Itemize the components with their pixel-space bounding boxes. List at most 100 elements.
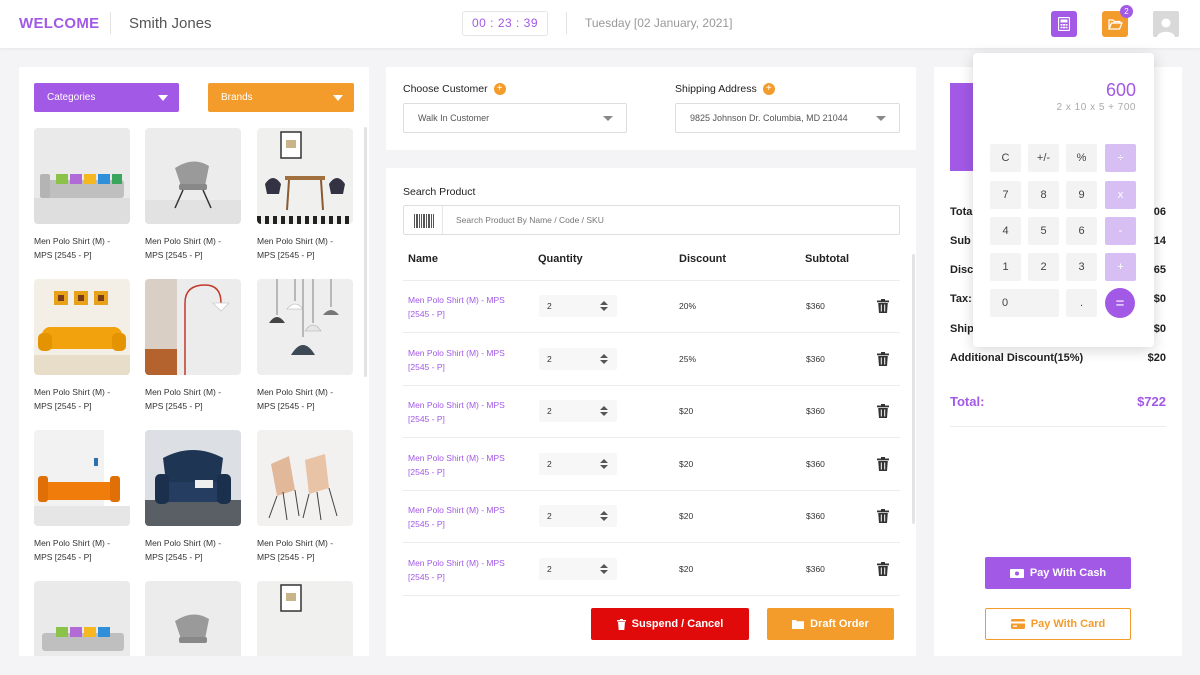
cart-item-name[interactable]: Men Polo Shirt (M) - MPS [2545 - P]: [408, 503, 508, 531]
product-name: Men Polo Shirt (M) - MPS [2545 - P]: [145, 236, 222, 260]
open-orders-button[interactable]: 2: [1102, 5, 1133, 37]
calc-key[interactable]: %: [1066, 144, 1097, 172]
chevron-down-icon[interactable]: [600, 569, 608, 574]
suspend-cancel-button[interactable]: Suspend / Cancel: [591, 608, 749, 640]
item-subtotal: $360: [806, 511, 825, 521]
customer-select[interactable]: Walk In Customer: [403, 103, 627, 133]
calculator-button[interactable]: [1051, 11, 1077, 37]
product-name: Men Polo Shirt (M) - MPS [2545 - P]: [257, 538, 334, 562]
cart-item-name[interactable]: Men Polo Shirt (M) - MPS [2545 - P]: [408, 346, 508, 374]
product-card[interactable]: Men Polo Shirt (M) - MPS [2545 - P]: [145, 128, 241, 262]
product-card[interactable]: Men Polo Shirt (M) - MPS [2545 - P]: [257, 430, 353, 564]
categories-dropdown[interactable]: Categories: [34, 83, 179, 112]
product-card[interactable]: Men Polo Shirt (M) - MPS [2545 - P]: [257, 279, 353, 413]
calculator-result: 600: [1105, 80, 1136, 100]
chevron-down-icon[interactable]: [600, 517, 608, 521]
pay-with-card-button[interactable]: Pay With Card: [985, 608, 1131, 640]
product-name: Men Polo Shirt (M) - MPS [2545 - P]: [34, 387, 111, 411]
quantity-value: 2: [547, 406, 552, 416]
trash-icon[interactable]: [877, 351, 889, 366]
cart-item-name[interactable]: Men Polo Shirt (M) - MPS [2545 - P]: [408, 293, 508, 321]
product-card[interactable]: Men Polo Shirt (M) - MPS [2545 - P]: [145, 279, 241, 413]
suspend-cancel-label: Suspend / Cancel: [631, 618, 724, 630]
calc-key[interactable]: 6: [1066, 217, 1097, 245]
calc-key[interactable]: 8: [1028, 181, 1059, 209]
catalog-scrollbar[interactable]: [364, 127, 367, 377]
calc-key[interactable]: 7: [990, 181, 1021, 209]
cart-item-name[interactable]: Men Polo Shirt (M) - MPS [2545 - P]: [408, 398, 508, 426]
search-product-input[interactable]: [456, 212, 876, 228]
chevron-down-icon[interactable]: [600, 359, 608, 364]
shipping-address-select[interactable]: 9825 Johnson Dr. Columbia, MD 21044: [675, 103, 900, 133]
product-card[interactable]: [34, 581, 130, 656]
product-card[interactable]: Men Polo Shirt (M) - MPS [2545 - P]: [34, 279, 130, 413]
chevron-up-icon[interactable]: [600, 563, 608, 568]
calc-key[interactable]: 3: [1066, 253, 1097, 281]
calc-key[interactable]: -: [1105, 217, 1136, 245]
quantity-stepper[interactable]: 2: [539, 452, 617, 475]
calc-key[interactable]: 4: [990, 217, 1021, 245]
trash-icon[interactable]: [877, 509, 889, 523]
quantity-stepper[interactable]: 2: [539, 505, 617, 527]
item-discount: $20: [679, 563, 694, 574]
summary-value: 06: [1153, 206, 1166, 218]
cart-item-name[interactable]: Men Polo Shirt (M) - MPS [2545 - P]: [408, 451, 508, 479]
dining-set-image: [257, 128, 353, 224]
orange-sofa-image: [34, 430, 130, 526]
summary-label: Ship: [950, 323, 974, 335]
add-customer-icon[interactable]: +: [493, 83, 506, 96]
chevron-up-icon[interactable]: [600, 353, 608, 358]
quantity-value: 2: [547, 301, 552, 311]
total-label: Total:: [950, 394, 985, 409]
calc-key[interactable]: +/-: [1028, 144, 1059, 172]
calc-key[interactable]: +: [1105, 253, 1136, 281]
chevron-down-icon[interactable]: [600, 412, 608, 416]
quantity-stepper[interactable]: 2: [539, 295, 617, 317]
calc-equals-button[interactable]: =: [1105, 288, 1135, 318]
brands-dropdown[interactable]: Brands: [208, 83, 354, 112]
table-row: Men Polo Shirt (M) - MPS [2545 - P] 2 $20 $…: [403, 439, 900, 491]
total-divider: [950, 426, 1166, 427]
quantity-stepper[interactable]: 2: [539, 347, 617, 370]
calc-key[interactable]: x: [1105, 181, 1136, 209]
chevron-down-icon: [333, 95, 343, 101]
barcode-icon[interactable]: [414, 214, 434, 228]
trash-icon[interactable]: [877, 404, 889, 418]
chevron-up-icon[interactable]: [600, 511, 608, 515]
calc-key[interactable]: 0: [990, 289, 1059, 317]
trash-icon[interactable]: [877, 561, 889, 576]
calc-key[interactable]: 9: [1066, 181, 1097, 209]
chevron-down-icon[interactable]: [600, 307, 608, 311]
calc-key[interactable]: 2: [1028, 253, 1059, 281]
calculator-icon: [1058, 17, 1070, 31]
column-header-name: Name: [408, 253, 438, 265]
calc-clear-button[interactable]: C: [990, 144, 1021, 172]
chevron-down-icon[interactable]: [600, 464, 608, 469]
product-card[interactable]: [257, 581, 353, 656]
product-card[interactable]: Men Polo Shirt (M) - MPS [2545 - P]: [34, 430, 130, 564]
item-discount: $20: [679, 511, 694, 521]
quantity-stepper[interactable]: 2: [539, 400, 617, 422]
user-avatar[interactable]: [1153, 11, 1179, 37]
quantity-stepper[interactable]: 2: [539, 557, 617, 580]
pay-with-cash-button[interactable]: Pay With Cash: [985, 557, 1131, 589]
summary-label: Tax:: [950, 293, 972, 305]
chevron-up-icon[interactable]: [600, 458, 608, 463]
product-card[interactable]: Men Polo Shirt (M) - MPS [2545 - P]: [34, 128, 130, 262]
calc-key[interactable]: ÷: [1105, 144, 1136, 172]
draft-order-button[interactable]: Draft Order: [767, 608, 894, 640]
chevron-up-icon[interactable]: [600, 301, 608, 305]
cart-scrollbar[interactable]: [912, 254, 915, 524]
cart-item-name[interactable]: Men Polo Shirt (M) - MPS [2545 - P]: [408, 556, 508, 584]
calc-key[interactable]: 1: [990, 253, 1021, 281]
product-card[interactable]: [145, 581, 241, 656]
product-card[interactable]: Men Polo Shirt (M) - MPS [2545 - P]: [145, 430, 241, 564]
product-card[interactable]: Men Polo Shirt (M) - MPS [2545 - P]: [257, 128, 353, 262]
trash-icon[interactable]: [877, 299, 889, 313]
add-address-icon[interactable]: +: [762, 83, 775, 96]
table-row: Men Polo Shirt (M) - MPS [2545 - P] 2 $20 $…: [403, 386, 900, 438]
calc-key[interactable]: .: [1066, 289, 1097, 317]
calc-key[interactable]: 5: [1028, 217, 1059, 245]
trash-icon[interactable]: [877, 456, 889, 471]
chevron-up-icon[interactable]: [600, 406, 608, 410]
